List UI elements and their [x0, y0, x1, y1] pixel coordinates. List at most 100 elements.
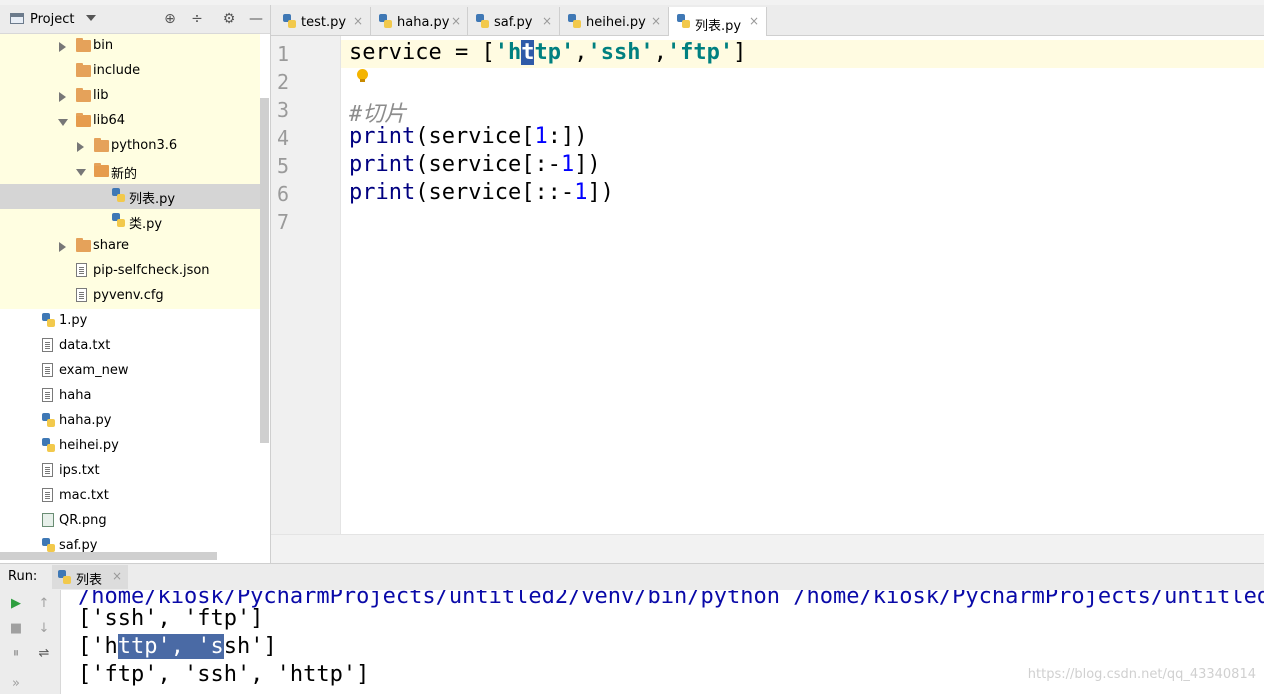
code-text: (service[:- [415, 152, 561, 177]
project-panel-title[interactable]: Project [30, 12, 74, 27]
code-line-5[interactable]: print(service[:-1]) [349, 152, 601, 177]
tree-item-label: haha [59, 388, 92, 403]
locate-icon[interactable]: ⊕ [162, 11, 178, 27]
tree-item-label: share [93, 238, 130, 253]
line-number: 6 [277, 182, 290, 206]
code-text: ]) [587, 180, 614, 205]
tab-list-py[interactable]: 列表.py × [669, 7, 767, 36]
tree-item-mac-txt[interactable]: mac.txt [0, 484, 260, 509]
tree-item-label: lib [93, 88, 109, 103]
tree-item-data-txt[interactable]: data.txt [0, 334, 260, 359]
tab-label: heihei.py [586, 15, 646, 30]
tree-item-label: QR.png [59, 513, 107, 528]
tab-label: saf.py [494, 15, 533, 30]
python-file-icon [677, 14, 690, 28]
tree-item-label: 类.py [129, 217, 163, 232]
tree-item-haha-py[interactable]: haha.py [0, 409, 260, 434]
tree-item-lib[interactable]: lib [0, 84, 260, 109]
code-line-4[interactable]: print(service[1:]) [349, 124, 587, 149]
lightbulb-icon[interactable] [357, 69, 368, 82]
tab-test-py[interactable]: test.py × [275, 7, 371, 35]
close-icon[interactable]: × [651, 14, 661, 28]
chevron-down-icon[interactable] [86, 15, 96, 21]
tree-item-label: data.txt [59, 338, 111, 353]
code-line-6[interactable]: print(service[::-1]) [349, 180, 614, 205]
text-file-icon [42, 463, 53, 477]
tree-item-label: pyvenv.cfg [93, 288, 164, 303]
python-file-icon [42, 413, 55, 427]
tree-item-haha[interactable]: haha [0, 384, 260, 409]
line-number-gutter[interactable]: 1 2 3 4 5 6 7 [271, 36, 341, 534]
gear-icon[interactable]: ⚙ [221, 11, 237, 27]
tree-item-label: mac.txt [59, 488, 109, 503]
folder-icon [94, 163, 109, 177]
python-file-icon [58, 570, 71, 584]
tab-saf-py[interactable]: saf.py × [468, 7, 560, 35]
close-icon[interactable]: × [542, 14, 552, 28]
python-file-icon [476, 14, 489, 28]
folder-icon [94, 138, 109, 152]
chevron-right-icon[interactable] [59, 242, 66, 252]
tree-item-lib64[interactable]: lib64 [0, 109, 260, 134]
code-text: service = [ [349, 40, 495, 65]
tree-item-新的[interactable]: 新的 [0, 159, 260, 184]
run-icon[interactable]: ▶ [8, 596, 24, 612]
line-number: 1 [277, 42, 290, 66]
folder-icon [76, 63, 91, 77]
chevron-right-icon[interactable] [77, 142, 84, 152]
run-config-tab[interactable]: 列表 × [52, 565, 128, 589]
text-file-icon [42, 488, 53, 502]
tree-item-saf-py[interactable]: saf.py [0, 534, 260, 554]
tree-item-include[interactable]: include [0, 59, 260, 84]
close-icon[interactable]: × [451, 14, 461, 28]
console-output-line: ['http', 'ssh'] [78, 634, 277, 659]
tree-item-bin[interactable]: bin [0, 34, 260, 59]
tree-item-exam-new[interactable]: exam_new [0, 359, 260, 384]
tree-item-1-py[interactable]: 1.py [0, 309, 260, 334]
tree-item-ips-txt[interactable]: ips.txt [0, 459, 260, 484]
arrow-up-icon[interactable]: ↑ [36, 596, 52, 612]
tab-haha-py[interactable]: haha.py × [371, 7, 468, 35]
close-icon[interactable]: × [749, 14, 759, 28]
soft-wrap-icon[interactable]: ⇌ [36, 646, 52, 662]
builtin-print: print [349, 124, 416, 149]
text-file-icon [42, 363, 53, 377]
chevron-right-icon[interactable] [59, 42, 66, 52]
tree-item-qr-png[interactable]: QR.png [0, 509, 260, 534]
tree-item-heihei-py[interactable]: heihei.py [0, 434, 260, 459]
tree-item-列表-py[interactable]: 列表.py [0, 184, 260, 209]
json-file-icon [76, 263, 87, 277]
chevron-right-icon[interactable] [59, 92, 66, 102]
close-icon[interactable]: × [353, 14, 363, 28]
stop-icon[interactable]: ■ [8, 621, 24, 637]
tree-vertical-scrollbar[interactable] [260, 98, 269, 443]
tree-item-label: 1.py [59, 313, 88, 328]
collapse-all-icon[interactable]: ÷ [189, 11, 205, 27]
builtin-print: print [349, 152, 416, 177]
folder-icon [76, 38, 91, 52]
tree-item-label: pip-selfcheck.json [93, 263, 210, 278]
arrow-down-icon[interactable]: ↓ [36, 621, 52, 637]
close-icon[interactable]: × [112, 569, 122, 583]
chevron-down-icon[interactable] [76, 169, 86, 176]
python-file-icon [568, 14, 581, 28]
run-tab-label: 列表 [76, 573, 103, 588]
tree-item-类-py[interactable]: 类.py [0, 209, 260, 234]
tree-horizontal-scrollbar[interactable] [0, 552, 217, 560]
more-icon[interactable]: » [8, 676, 24, 692]
python-file-icon [112, 213, 125, 227]
tab-heihei-py[interactable]: heihei.py × [560, 7, 669, 35]
tree-item-pip-selfcheck-json[interactable]: pip-selfcheck.json [0, 259, 260, 284]
code-text: , [653, 40, 667, 65]
chevron-down-icon[interactable] [58, 119, 68, 126]
run-panel-label: Run: [8, 569, 38, 584]
tree-item-python3-6[interactable]: python3.6 [0, 134, 260, 159]
tree-item-pyvenv-cfg[interactable]: pyvenv.cfg [0, 284, 260, 309]
python-file-icon [42, 538, 55, 552]
hide-panel-icon[interactable]: — [248, 11, 264, 27]
code-text: , [574, 40, 588, 65]
tab-label: 列表.py [695, 19, 742, 34]
pause-icon[interactable]: ⏸ [8, 646, 24, 662]
tree-item-share[interactable]: share [0, 234, 260, 259]
code-line-1[interactable]: service = ['http','ssh','ftp'] [349, 40, 746, 65]
